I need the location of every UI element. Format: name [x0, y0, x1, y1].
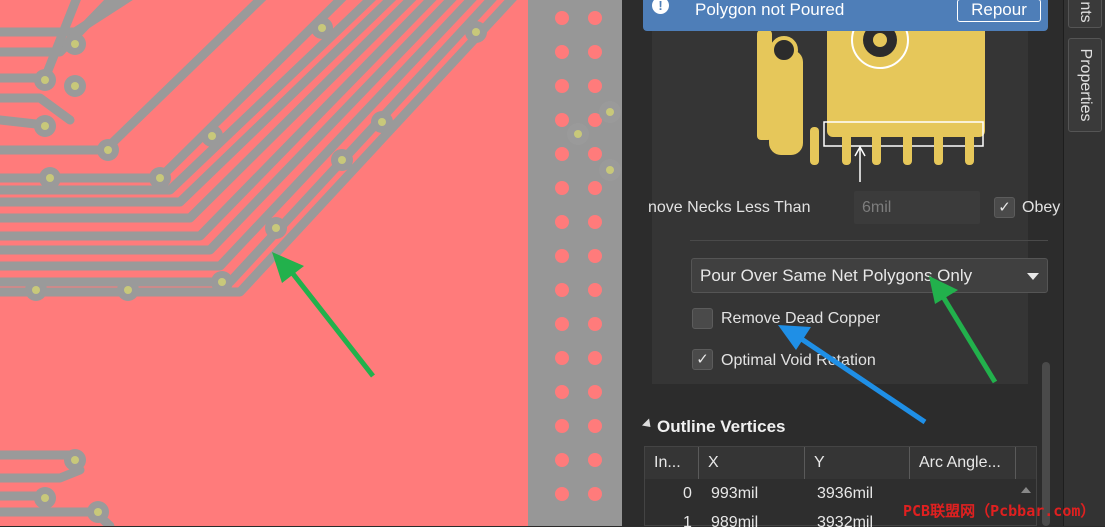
- pad-hole: [472, 28, 480, 36]
- via: [588, 79, 602, 93]
- remove-necks-label: nove Necks Less Than: [648, 199, 811, 216]
- obey-checkbox[interactable]: ✓: [994, 197, 1015, 218]
- via: [555, 79, 569, 93]
- repour-button[interactable]: Repour: [957, 0, 1041, 22]
- via: [588, 351, 602, 365]
- cell-y: 3932mil: [817, 514, 874, 527]
- column-header-y[interactable]: Y: [805, 447, 910, 479]
- collapse-triangle-icon[interactable]: [641, 418, 655, 431]
- notification-message: Polygon not Poured: [695, 0, 845, 19]
- pad-hole: [124, 286, 132, 294]
- via: [555, 11, 569, 25]
- pad-hole: [41, 494, 49, 502]
- via: [588, 45, 602, 59]
- pad-hole: [71, 82, 79, 90]
- divider: [690, 240, 1048, 241]
- via: [555, 317, 569, 331]
- cell-index: 0: [683, 485, 692, 502]
- notification-banner: ! Polygon not Poured Repour: [643, 0, 1048, 31]
- via: [555, 113, 569, 127]
- via: [588, 317, 602, 331]
- pad-hole: [574, 130, 582, 138]
- exclamation-icon: !: [652, 0, 669, 14]
- via: [555, 385, 569, 399]
- tab-properties[interactable]: Properties: [1068, 38, 1102, 132]
- pad-hole: [208, 132, 216, 140]
- table-scroll-up-icon[interactable]: [1021, 487, 1031, 493]
- remove-dead-copper-label[interactable]: Remove Dead Copper: [721, 310, 880, 328]
- pad-hole: [318, 24, 326, 32]
- remove-dead-copper-checkbox[interactable]: [692, 308, 713, 329]
- column-header-x[interactable]: X: [699, 447, 805, 479]
- pad-hole: [606, 166, 614, 174]
- via: [588, 283, 602, 297]
- column-header-extra: [1016, 447, 1036, 479]
- pad-hole: [46, 174, 54, 182]
- tab-components[interactable]: nts: [1068, 0, 1102, 28]
- via: [588, 487, 602, 501]
- cell-x: 993mil: [711, 485, 759, 502]
- via: [588, 11, 602, 25]
- cell-index: 1: [683, 514, 692, 527]
- via: [588, 215, 602, 229]
- via: [588, 181, 602, 195]
- obey-label: Obey: [1022, 199, 1061, 216]
- via: [555, 147, 569, 161]
- pad-hole: [32, 286, 40, 294]
- pad-hole: [94, 508, 102, 516]
- optimal-void-rotation-label[interactable]: Optimal Void Rotation: [721, 352, 876, 370]
- pour-mode-select[interactable]: Pour Over Same Net Polygons Only: [691, 258, 1048, 293]
- pad-hole: [338, 156, 346, 164]
- column-header-arc-angle[interactable]: Arc Angle...: [910, 447, 1016, 479]
- pour-mode-value: Pour Over Same Net Polygons Only: [700, 266, 973, 285]
- pad-hole: [156, 174, 164, 182]
- neck-width-input[interactable]: 6mil: [854, 191, 980, 224]
- via: [588, 419, 602, 433]
- via: [555, 487, 569, 501]
- chevron-down-icon: [1027, 273, 1039, 280]
- properties-panel: nove Necks Less Than 6mil ✓ Obey Pour Ov…: [622, 0, 1063, 527]
- via: [555, 181, 569, 195]
- via: [588, 147, 602, 161]
- cell-y: 3936mil: [817, 485, 874, 502]
- via: [588, 453, 602, 467]
- via: [555, 45, 569, 59]
- pad-hole: [71, 40, 79, 48]
- pad-hole: [606, 108, 614, 116]
- via: [588, 249, 602, 263]
- pad-hole: [104, 146, 112, 154]
- cell-x: 989mil: [711, 514, 759, 527]
- neck-preview-illustration: [757, 11, 985, 182]
- pad-hole: [218, 278, 226, 286]
- outline-vertices-title[interactable]: Outline Vertices: [657, 417, 786, 437]
- via: [555, 351, 569, 365]
- pad-hole: [378, 118, 386, 126]
- column-header-index[interactable]: In...: [645, 447, 699, 479]
- pcb-canvas[interactable]: [0, 0, 622, 526]
- via: [555, 419, 569, 433]
- pad-hole: [41, 122, 49, 130]
- pour-options-group: nove Necks Less Than 6mil ✓ Obey Pour Ov…: [648, 0, 1060, 384]
- via: [555, 249, 569, 263]
- via: [588, 385, 602, 399]
- via: [555, 453, 569, 467]
- pad-hole: [71, 456, 79, 464]
- side-panel-tabs: nts Properties: [1063, 0, 1105, 526]
- optimal-void-rotation-checkbox[interactable]: ✓: [692, 349, 713, 370]
- via: [555, 215, 569, 229]
- pad-hole: [41, 76, 49, 84]
- via: [555, 283, 569, 297]
- pad-hole: [272, 224, 280, 232]
- watermark-text: PCB联盟网（Pcbbar.com）: [903, 502, 1096, 520]
